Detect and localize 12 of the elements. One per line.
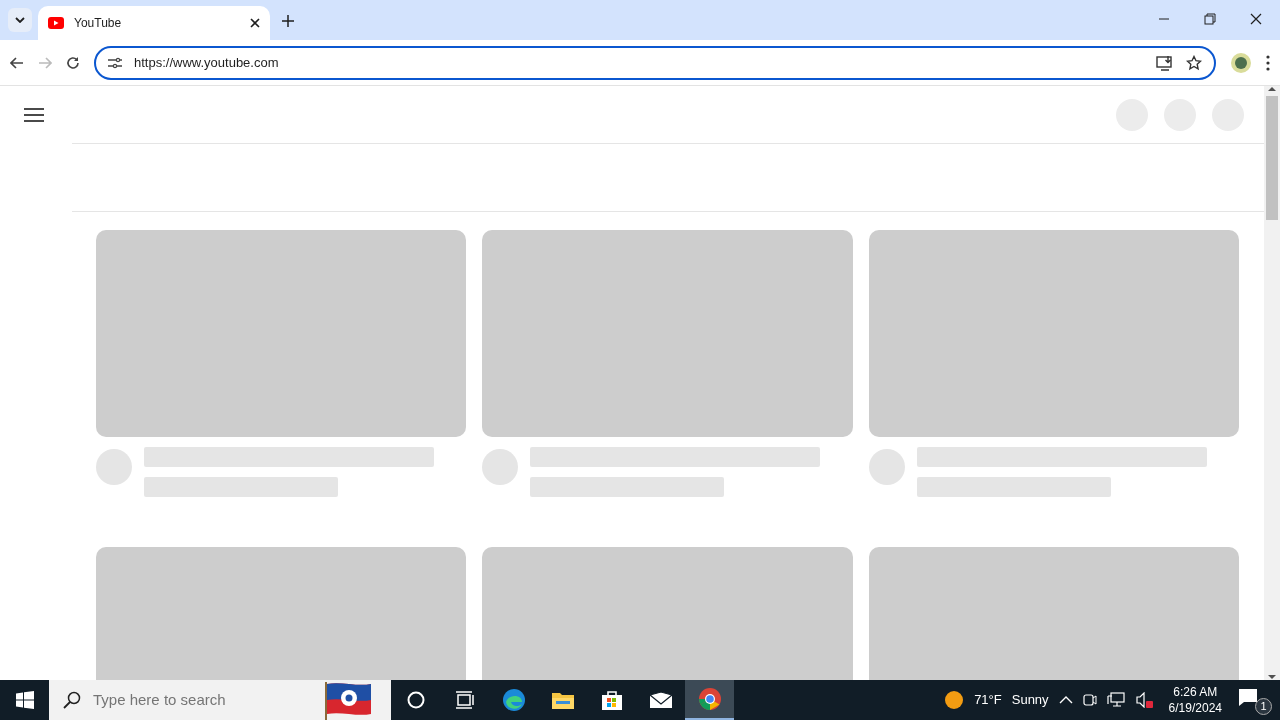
- clock-date[interactable]: 6/19/2024: [1168, 700, 1222, 717]
- browser-tab[interactable]: YouTube: [38, 6, 270, 40]
- weather-temperature: 71°F: [974, 691, 1002, 710]
- search-field[interactable]: Type here to search: [91, 687, 311, 713]
- tab-title: YouTube: [74, 15, 123, 32]
- notification-count: 1: [1255, 698, 1272, 715]
- address-bar[interactable]: https://www.youtube.com: [94, 45, 1216, 80]
- clock-time[interactable]: 6:26 AM: [1173, 683, 1218, 700]
- url-input: https://www.youtube.com: [134, 52, 1144, 73]
- search-bar[interactable]: Type here to search: [49, 680, 391, 720]
- notification-button[interactable]: 1: [1238, 685, 1272, 715]
- weather-condition: Sunny: [1011, 691, 1049, 710]
